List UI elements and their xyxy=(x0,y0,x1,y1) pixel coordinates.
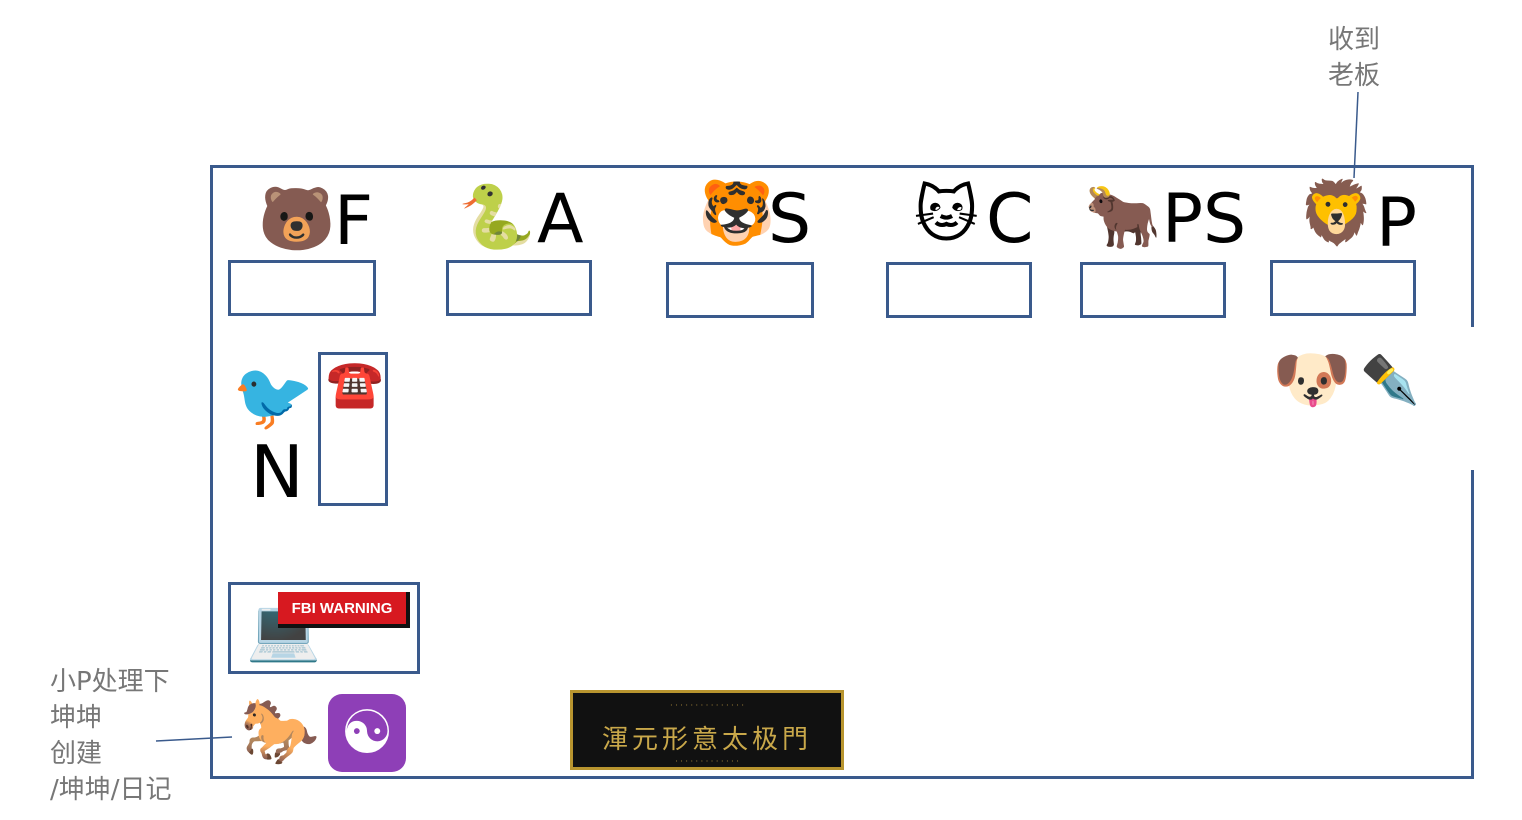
connector-bottom-left xyxy=(155,736,233,742)
annotation-connectors xyxy=(155,91,1359,742)
connector-top-right xyxy=(1353,91,1359,179)
